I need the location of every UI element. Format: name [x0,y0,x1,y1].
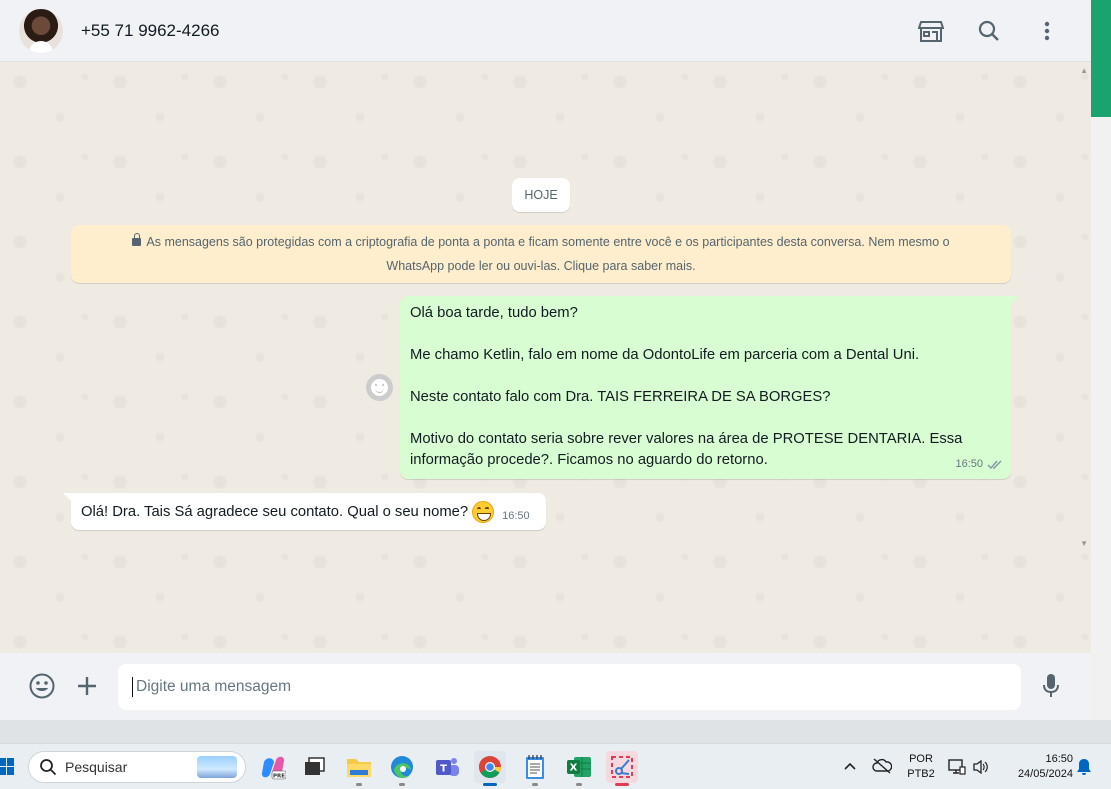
message-line: informação procede?. Ficamos no aguardo … [410,452,768,468]
notepad-icon[interactable] [519,751,551,786]
svg-text:X: X [570,763,578,774]
react-emoji-button[interactable] [366,374,393,401]
taskbar-search[interactable]: Pesquisar [28,751,246,783]
file-explorer-icon[interactable] [343,751,375,786]
incoming-message[interactable]: Olá! Dra. Tais Sá agradece seu contato. … [63,493,546,530]
message-composer [0,653,1091,720]
double-check-icon [987,460,1002,469]
task-view-icon[interactable] [299,751,331,783]
chat-header: +55 71 9962-4266 [0,0,1091,62]
search-highlight-image [197,756,237,778]
teams-icon[interactable]: T [431,751,463,783]
message-line: Olá boa tarde, tudo bem? [410,305,578,321]
message-line: Me chamo Ketlin, falo em nome da OdontoL… [410,347,920,363]
attach-plus-icon[interactable] [72,671,102,701]
kebab-menu-icon[interactable] [1033,17,1061,45]
outgoing-message[interactable]: Olá boa tarde, tudo bem? Me chamo Ketlin… [400,296,1019,479]
contact-name[interactable]: +55 71 9962-4266 [81,21,220,41]
svg-text:T: T [440,764,447,775]
language-indicator[interactable]: POR PTB2 [905,752,937,782]
page-scrollbar[interactable] [1091,0,1111,720]
taskbar-search-label: Pesquisar [65,759,128,775]
message-line: Motivo do contato seria sobre rever valo… [410,431,963,447]
message-input[interactable] [118,664,1021,710]
volume-icon[interactable] [972,758,990,776]
message-meta: 16:50 [955,454,1003,475]
scrollbar-thumb[interactable] [1091,0,1111,117]
chat-area[interactable]: ▲ ▼ HOJE As mensagens são protegidas com… [0,62,1091,653]
network-icon[interactable] [948,758,966,776]
chevron-up-icon[interactable] [843,760,857,772]
date-separator: HOJE [512,178,570,212]
clock-date: 24/05/2024 [1017,768,1073,780]
chrome-icon[interactable] [474,751,506,786]
snipping-tool-icon[interactable] [606,751,638,786]
notification-bell-icon[interactable] [1076,758,1092,776]
message-time: 16:50 [955,458,983,470]
microphone-icon[interactable] [1036,671,1066,701]
message-time: 16:50 [502,510,530,522]
smiley-icon [371,379,388,396]
grinning-face-emoji-icon [472,500,495,523]
scroll-up-arrow-icon[interactable]: ▲ [1080,66,1088,75]
search-icon [40,759,57,776]
windows-start-icon[interactable] [0,756,14,778]
language-line2: PTB2 [907,768,935,780]
edge-browser-icon[interactable] [386,751,418,786]
header-actions [917,17,1061,45]
excel-icon[interactable]: X [563,751,595,786]
scroll-down-arrow-icon[interactable]: ▼ [1080,539,1088,548]
language-line1: POR [909,753,933,765]
search-icon[interactable] [975,17,1003,45]
clock-time: 16:50 [1045,753,1073,765]
message-text: Olá! Dra. Tais Sá agradece seu contato. … [81,503,469,520]
encryption-notice-line2: WhatsApp pode ler ou ouvi-las. Clique pa… [386,258,696,273]
windows-taskbar: Pesquisar PRE T X POR PTB2 16:50 24/05/2… [0,743,1111,789]
message-line: Neste contato falo com Dra. TAIS FERREIR… [410,389,831,405]
contact-avatar[interactable] [19,8,63,53]
encryption-notice[interactable]: As mensagens são protegidas com a cripto… [71,225,1011,283]
text-caret [132,677,133,697]
cloud-offline-icon[interactable] [872,758,892,774]
svg-text:PRE: PRE [273,773,285,779]
taskbar-clock[interactable]: 16:50 24/05/2024 [1001,752,1073,782]
lock-icon [132,233,142,246]
encryption-notice-line1: As mensagens são protegidas com a cripto… [146,235,950,249]
emoji-picker-icon[interactable] [27,671,57,701]
shop-icon[interactable] [917,17,945,45]
copilot-icon[interactable]: PRE [257,751,289,783]
